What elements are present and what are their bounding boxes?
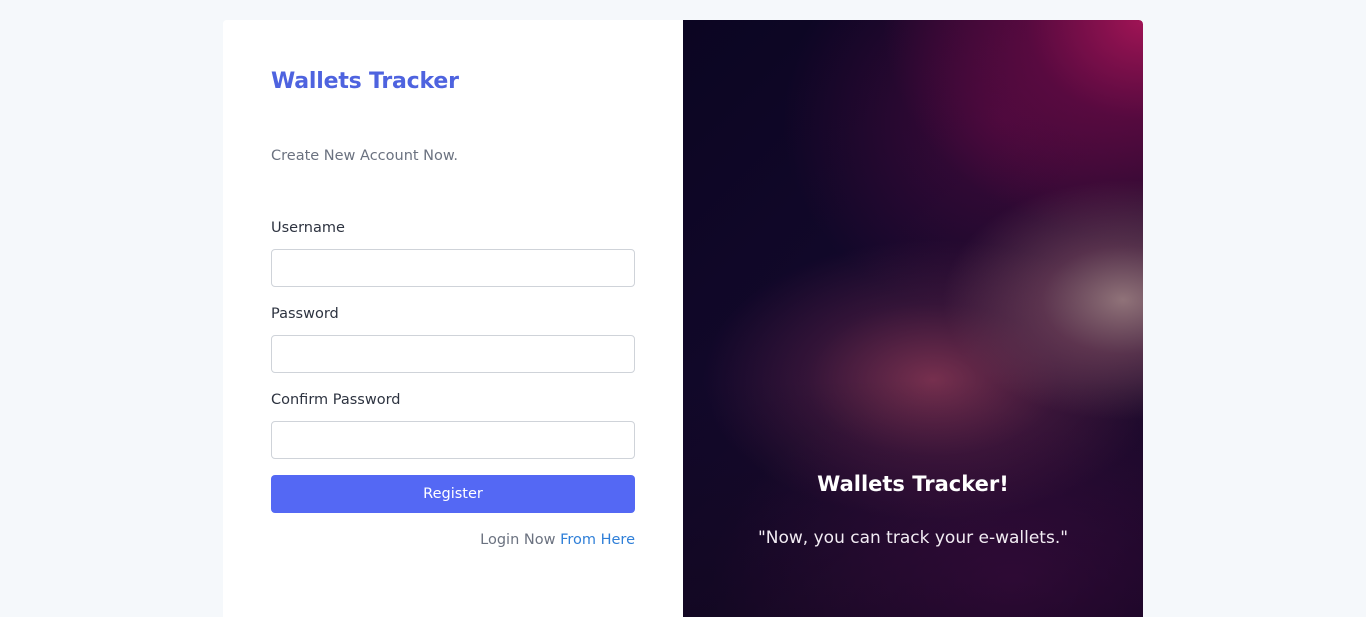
hero-image-panel: Wallets Tracker! "Now, you can track you… [683, 20, 1143, 617]
password-label: Password [271, 306, 339, 322]
form-subtitle: Create New Account Now. [271, 148, 459, 164]
register-button[interactable]: Register [271, 475, 635, 513]
username-input[interactable] [271, 249, 635, 287]
login-prompt-text: Login Now [480, 532, 556, 548]
hero-quote: "Now, you can track your e-wallets." [757, 528, 1069, 548]
register-form-panel: Wallets Tracker Create New Account Now. … [223, 20, 683, 617]
confirm-password-label: Confirm Password [271, 392, 401, 408]
login-link[interactable]: From Here [560, 532, 635, 548]
brand-title: Wallets Tracker [271, 69, 459, 94]
confirm-password-input[interactable] [271, 421, 635, 459]
auth-card: Wallets Tracker Create New Account Now. … [223, 20, 1143, 617]
login-prompt-row: Login Now From Here [480, 532, 635, 548]
password-input[interactable] [271, 335, 635, 373]
username-label: Username [271, 220, 345, 236]
hero-title: Wallets Tracker! [817, 472, 1009, 496]
